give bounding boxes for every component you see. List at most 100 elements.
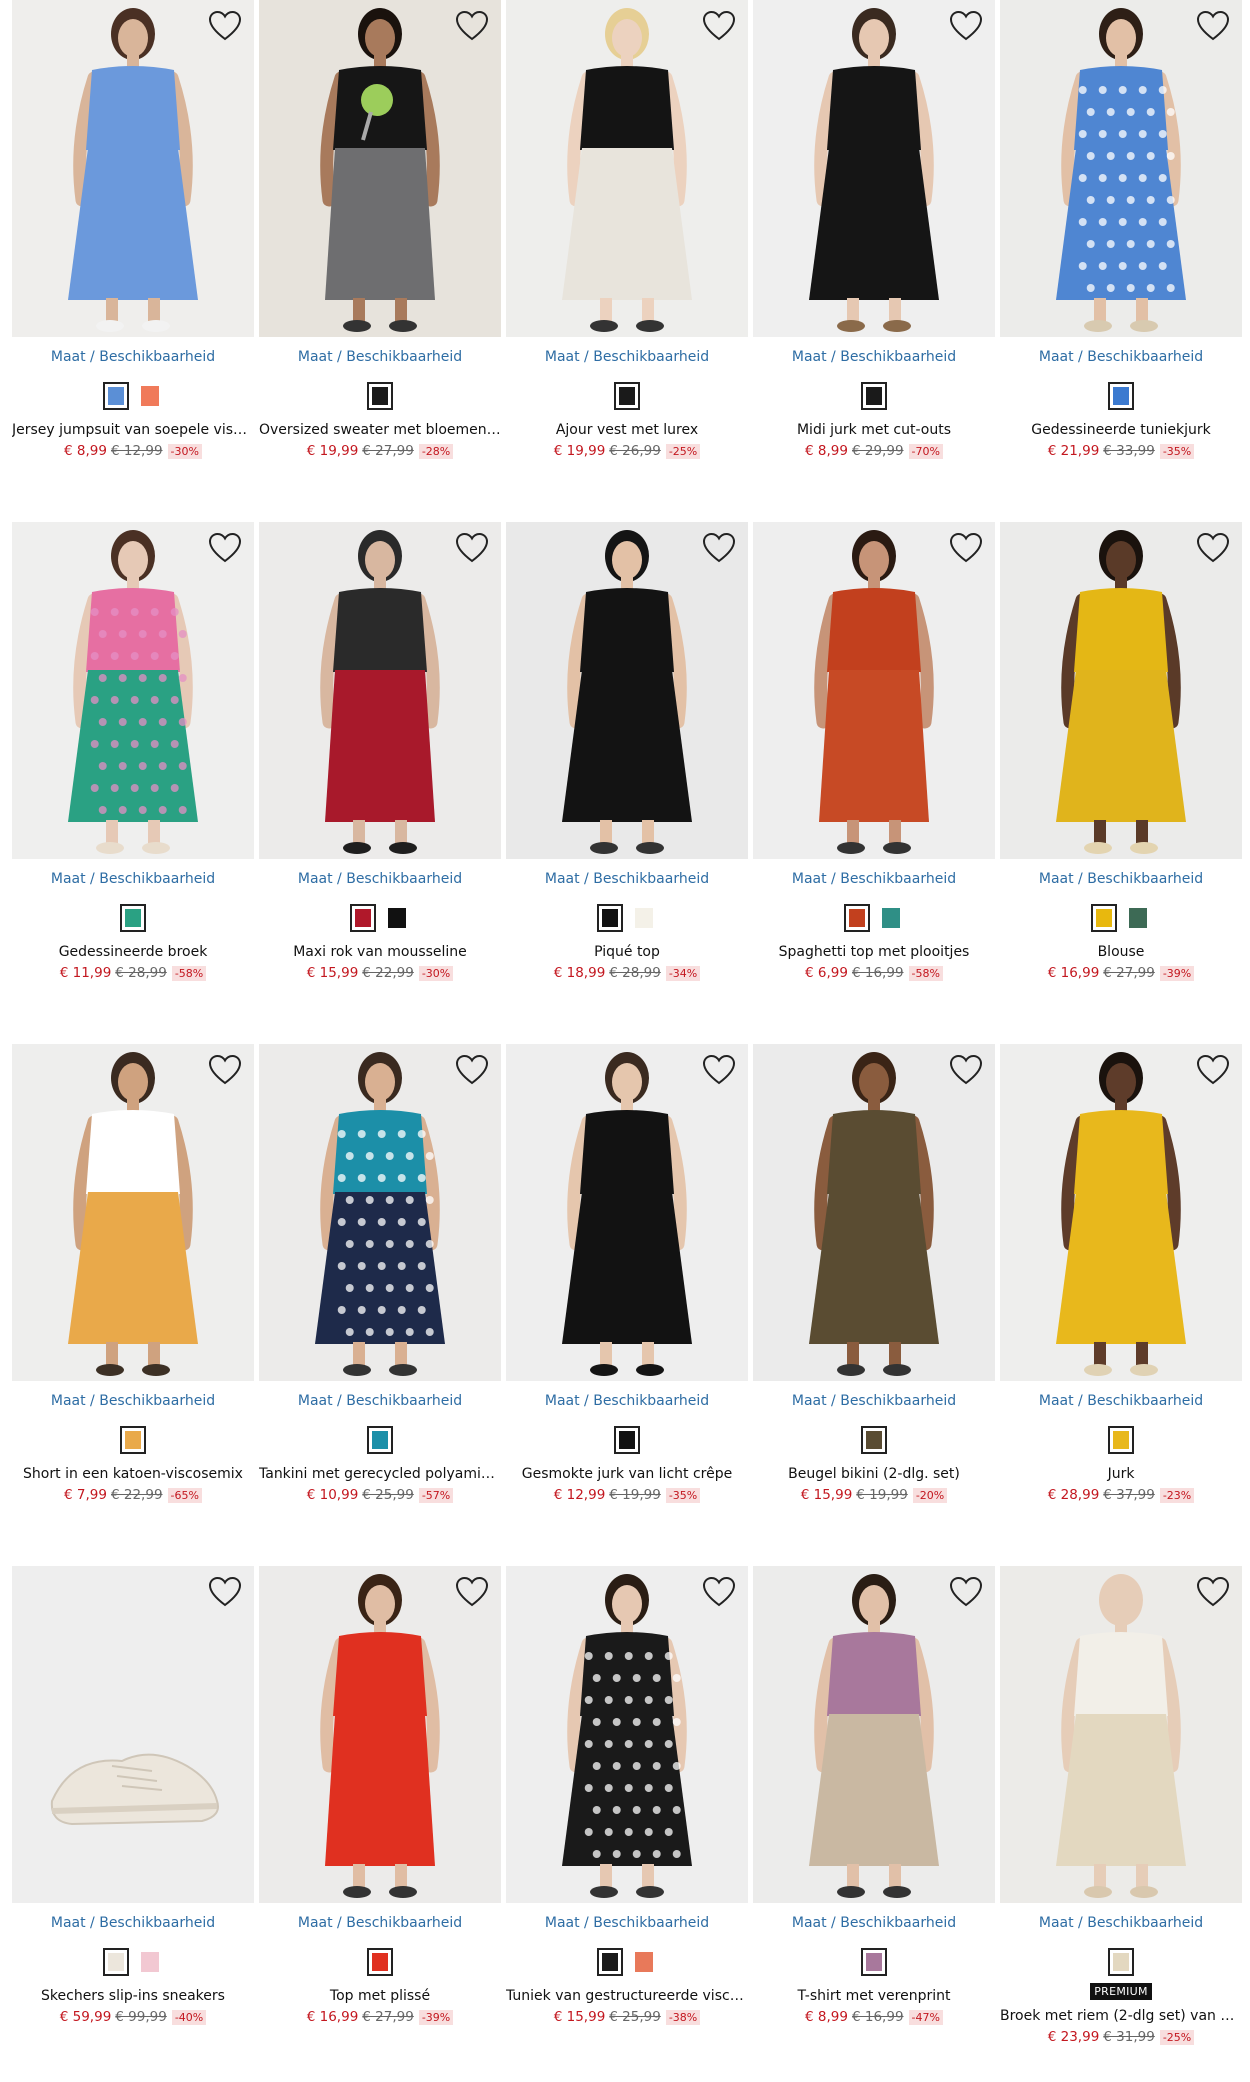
- product-image[interactable]: [1000, 0, 1242, 337]
- color-swatch[interactable]: [1108, 382, 1134, 410]
- color-swatch[interactable]: [367, 382, 393, 410]
- color-swatch[interactable]: [103, 1948, 129, 1976]
- color-swatch[interactable]: [120, 904, 146, 932]
- product-card[interactable]: Maat / Beschikbaarheid Top met plissé € 16…: [259, 1566, 501, 2066]
- product-name[interactable]: Short in een katoen-viscosemix: [12, 1466, 254, 1482]
- product-name[interactable]: Top met plissé: [259, 1988, 501, 2004]
- wishlist-heart-icon[interactable]: [949, 1576, 983, 1608]
- product-name[interactable]: Blouse: [1000, 944, 1242, 960]
- product-name[interactable]: Spaghetti top met plooitjes: [753, 944, 995, 960]
- product-image[interactable]: [753, 522, 995, 859]
- size-availability-link[interactable]: Maat / Beschikbaarheid: [1000, 349, 1242, 365]
- color-swatch[interactable]: [367, 1948, 393, 1976]
- product-image[interactable]: [12, 0, 254, 337]
- color-swatch[interactable]: [137, 382, 163, 410]
- wishlist-heart-icon[interactable]: [1196, 1054, 1230, 1086]
- product-card[interactable]: Maat / Beschikbaarheid Spaghetti top met …: [753, 522, 995, 1022]
- product-name[interactable]: Jersey jumpsuit van soepele viscose: [12, 422, 254, 438]
- wishlist-heart-icon[interactable]: [208, 532, 242, 564]
- color-swatch[interactable]: [367, 1426, 393, 1454]
- size-availability-link[interactable]: Maat / Beschikbaarheid: [753, 871, 995, 887]
- product-name[interactable]: Gedessineerde tuniekjurk: [1000, 422, 1242, 438]
- size-availability-link[interactable]: Maat / Beschikbaarheid: [506, 871, 748, 887]
- color-swatch[interactable]: [1125, 904, 1151, 932]
- color-swatch[interactable]: [597, 1948, 623, 1976]
- wishlist-heart-icon[interactable]: [949, 1054, 983, 1086]
- color-swatch[interactable]: [350, 904, 376, 932]
- product-name[interactable]: Jurk: [1000, 1466, 1242, 1482]
- product-name[interactable]: Tuniek van gestructureerde viscose: [506, 1988, 748, 2004]
- wishlist-heart-icon[interactable]: [949, 532, 983, 564]
- wishlist-heart-icon[interactable]: [949, 10, 983, 42]
- size-availability-link[interactable]: Maat / Beschikbaarheid: [506, 1393, 748, 1409]
- color-swatch[interactable]: [631, 1948, 657, 1976]
- product-name[interactable]: Gedessineerde broek: [12, 944, 254, 960]
- wishlist-heart-icon[interactable]: [455, 1054, 489, 1086]
- color-swatch[interactable]: [614, 1426, 640, 1454]
- product-name[interactable]: Maxi rok van mousseline: [259, 944, 501, 960]
- size-availability-link[interactable]: Maat / Beschikbaarheid: [506, 349, 748, 365]
- color-swatch[interactable]: [861, 1948, 887, 1976]
- color-swatch[interactable]: [614, 382, 640, 410]
- wishlist-heart-icon[interactable]: [208, 10, 242, 42]
- product-card[interactable]: Maat / Beschikbaarheid Gesmokte jurk van …: [506, 1044, 748, 1544]
- wishlist-heart-icon[interactable]: [702, 532, 736, 564]
- product-image[interactable]: [12, 1566, 254, 1903]
- product-name[interactable]: Skechers slip-ins sneakers: [12, 1988, 254, 2004]
- product-name[interactable]: Piqué top: [506, 944, 748, 960]
- product-image[interactable]: [506, 1044, 748, 1381]
- product-image[interactable]: [1000, 1566, 1242, 1903]
- size-availability-link[interactable]: Maat / Beschikbaarheid: [259, 1915, 501, 1931]
- product-image[interactable]: [259, 522, 501, 859]
- wishlist-heart-icon[interactable]: [208, 1576, 242, 1608]
- product-name[interactable]: T-shirt met verenprint: [753, 1988, 995, 2004]
- product-name[interactable]: Beugel bikini (2-dlg. set): [753, 1466, 995, 1482]
- product-image[interactable]: [259, 1566, 501, 1903]
- color-swatch[interactable]: [861, 1426, 887, 1454]
- color-swatch[interactable]: [103, 382, 129, 410]
- product-image[interactable]: [1000, 1044, 1242, 1381]
- wishlist-heart-icon[interactable]: [702, 1054, 736, 1086]
- product-card[interactable]: Maat / Beschikbaarheid Tankini met gerecy…: [259, 1044, 501, 1544]
- size-availability-link[interactable]: Maat / Beschikbaarheid: [1000, 1393, 1242, 1409]
- product-card[interactable]: Maat / Beschikbaarheid Midi jurk met cut-…: [753, 0, 995, 500]
- product-card[interactable]: Maat / Beschikbaarheid Ajour vest met lur…: [506, 0, 748, 500]
- product-image[interactable]: [12, 1044, 254, 1381]
- product-card[interactable]: Maat / Beschikbaarheid Gedessineerde broe…: [12, 522, 254, 1022]
- wishlist-heart-icon[interactable]: [1196, 532, 1230, 564]
- product-card[interactable]: Maat / Beschikbaarheid T-shirt met verenp…: [753, 1566, 995, 2066]
- color-swatch[interactable]: [120, 1426, 146, 1454]
- color-swatch[interactable]: [861, 382, 887, 410]
- wishlist-heart-icon[interactable]: [1196, 10, 1230, 42]
- wishlist-heart-icon[interactable]: [702, 1576, 736, 1608]
- color-swatch[interactable]: [1091, 904, 1117, 932]
- wishlist-heart-icon[interactable]: [702, 10, 736, 42]
- product-image[interactable]: [753, 0, 995, 337]
- product-card[interactable]: Maat / Beschikbaarheid Tuniek van gestruc…: [506, 1566, 748, 2066]
- wishlist-heart-icon[interactable]: [1196, 1576, 1230, 1608]
- product-name[interactable]: Oversized sweater met bloemenprint: [259, 422, 501, 438]
- color-swatch[interactable]: [631, 904, 657, 932]
- size-availability-link[interactable]: Maat / Beschikbaarheid: [1000, 1915, 1242, 1931]
- product-image[interactable]: [259, 1044, 501, 1381]
- color-swatch[interactable]: [137, 1948, 163, 1976]
- product-card[interactable]: Maat / Beschikbaarheid Maxi rok van mouss…: [259, 522, 501, 1022]
- size-availability-link[interactable]: Maat / Beschikbaarheid: [753, 1393, 995, 1409]
- size-availability-link[interactable]: Maat / Beschikbaarheid: [753, 1915, 995, 1931]
- product-card[interactable]: Maat / Beschikbaarheid Jersey jumpsuit va…: [12, 0, 254, 500]
- color-swatch[interactable]: [1108, 1426, 1134, 1454]
- product-image[interactable]: [753, 1566, 995, 1903]
- product-card[interactable]: Maat / Beschikbaarheid Jurk € 28,99 € 37,99…: [1000, 1044, 1242, 1544]
- wishlist-heart-icon[interactable]: [455, 10, 489, 42]
- size-availability-link[interactable]: Maat / Beschikbaarheid: [12, 1393, 254, 1409]
- color-swatch[interactable]: [597, 904, 623, 932]
- color-swatch[interactable]: [1108, 1948, 1134, 1976]
- product-card[interactable]: Maat / Beschikbaarheid Skechers slip-ins …: [12, 1566, 254, 2066]
- size-availability-link[interactable]: Maat / Beschikbaarheid: [12, 871, 254, 887]
- product-name[interactable]: Midi jurk met cut-outs: [753, 422, 995, 438]
- size-availability-link[interactable]: Maat / Beschikbaarheid: [259, 349, 501, 365]
- product-image[interactable]: [1000, 522, 1242, 859]
- size-availability-link[interactable]: Maat / Beschikbaarheid: [753, 349, 995, 365]
- product-card[interactable]: Maat / Beschikbaarheid Beugel bikini (2-d…: [753, 1044, 995, 1544]
- product-card[interactable]: Maat / Beschikbaarheid Blouse € 16,99 € 27,…: [1000, 522, 1242, 1022]
